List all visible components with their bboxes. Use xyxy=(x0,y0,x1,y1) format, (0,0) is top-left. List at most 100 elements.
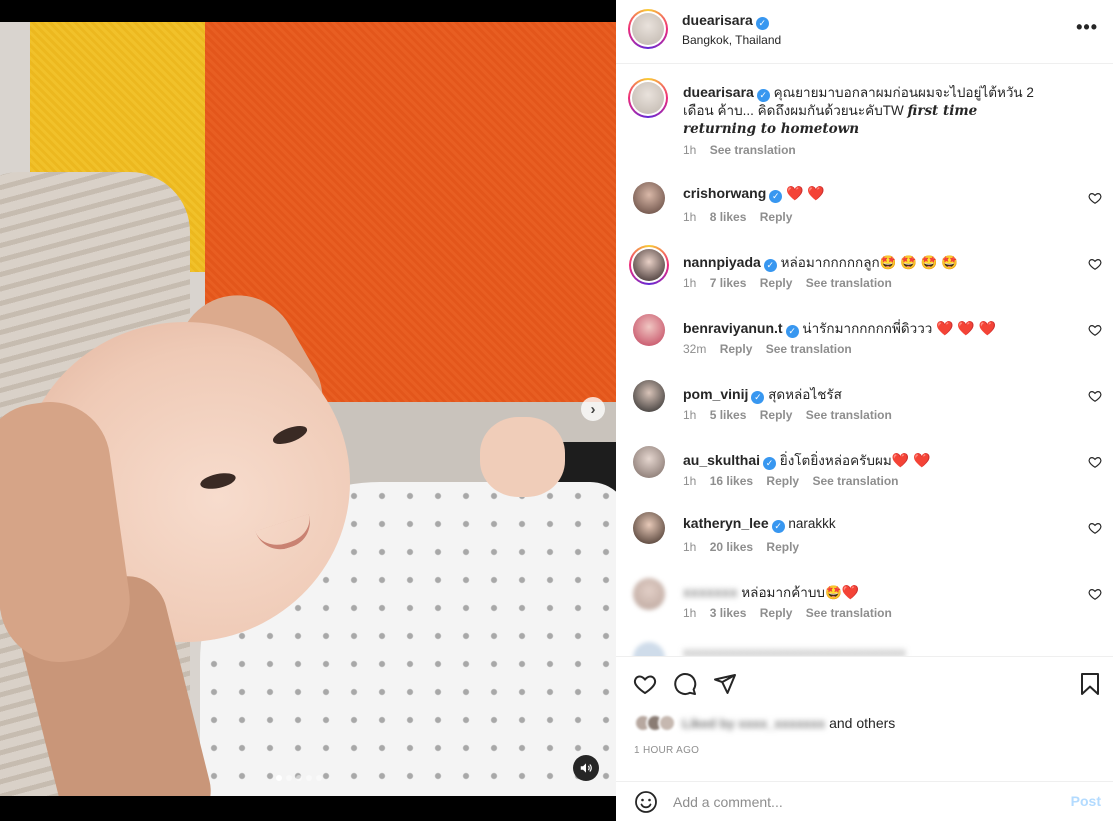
comment-text: สุดหล่อไชรัส xyxy=(768,387,842,402)
comment-text: หล่อมากค้าบบ🤩 xyxy=(741,585,842,600)
post-media: › xyxy=(0,0,616,821)
comment-likes[interactable]: 5 likes xyxy=(710,408,747,422)
send-icon[interactable] xyxy=(713,672,737,696)
photo-baby-fist xyxy=(480,417,565,497)
commenter-avatar[interactable] xyxy=(633,578,665,610)
comment-like-heart-icon[interactable] xyxy=(1088,587,1102,601)
carousel-dot-active xyxy=(276,775,282,781)
see-translation-link[interactable]: See translation xyxy=(806,276,892,290)
comment-time[interactable]: 1h xyxy=(683,210,696,224)
caption-time[interactable]: 1h xyxy=(683,143,696,157)
comment-likes[interactable]: 3 likes xyxy=(710,606,747,620)
comment-time[interactable]: 32m xyxy=(683,342,706,356)
comment-like-heart-icon[interactable] xyxy=(1088,389,1102,403)
reply-button[interactable]: Reply xyxy=(760,606,793,620)
commenter-avatar[interactable] xyxy=(633,642,665,656)
comment-item: xxxxxxx หล่อมากค้าบบ🤩❤️ 1h 3 likes Reply… xyxy=(616,578,1113,644)
comment-hearts: ❤️ ❤️ xyxy=(891,452,931,468)
commenter-avatar[interactable] xyxy=(633,314,665,346)
comment-username[interactable]: benraviyanun.t xyxy=(683,320,783,336)
comment-username[interactable]: katheryn_lee xyxy=(683,515,769,531)
comment-like-heart-icon[interactable] xyxy=(1088,257,1102,271)
reply-button[interactable]: Reply xyxy=(760,276,793,290)
bookmark-icon[interactable] xyxy=(1078,672,1102,696)
heart-outline-icon[interactable] xyxy=(633,672,657,696)
caption-username[interactable]: duearisara xyxy=(683,84,754,100)
carousel-next-button[interactable]: › xyxy=(581,397,605,421)
comment-input[interactable] xyxy=(673,790,1043,814)
comment-meta: 1h 3 likes Reply See translation xyxy=(683,606,902,620)
comment-body: nannpiyada ✓ หล่อมากกกกกลูก🤩 🤩 🤩 🤩 xyxy=(683,251,958,273)
comment-username[interactable]: crishorwang xyxy=(683,185,766,201)
comment-like-heart-icon[interactable] xyxy=(1088,191,1102,205)
comment-username-blurred[interactable]: xxxxxxx xyxy=(683,584,738,600)
comments-list[interactable]: duearisara ✓ คุณยายมาบอกลาผมก่อนผมจะไปอยู… xyxy=(616,64,1113,656)
sound-toggle-button[interactable] xyxy=(573,755,599,781)
post-time-ago[interactable]: 1 HOUR AGO xyxy=(634,745,699,756)
see-translation-link[interactable]: See translation xyxy=(766,342,852,356)
liked-by-row[interactable]: Liked by xxxx_xxxxxxx and others xyxy=(634,714,895,732)
see-translation-link[interactable]: See translation xyxy=(710,143,796,157)
comment-username[interactable]: pom_vinij xyxy=(683,386,748,402)
reply-button[interactable]: Reply xyxy=(720,342,753,356)
comment-time[interactable]: 1h xyxy=(683,474,696,488)
caption-meta: 1h See translation xyxy=(683,143,806,157)
post-location[interactable]: Bangkok, Thailand xyxy=(682,33,781,47)
author-username[interactable]: duearisara xyxy=(682,12,753,28)
profile-photo xyxy=(633,249,665,281)
profile-photo xyxy=(632,82,664,114)
comment-text: ยิ่งโตยิ่งหล่อครับผม xyxy=(779,453,892,468)
comment-like-heart-icon[interactable] xyxy=(1088,521,1102,535)
comment-like-heart-icon[interactable] xyxy=(1088,455,1102,469)
comment-body: pom_vinij ✓ สุดหล่อไชรัส xyxy=(683,383,842,405)
carousel-dot xyxy=(306,775,312,781)
comment-time[interactable]: 1h xyxy=(683,606,696,620)
comment-text: narakkk xyxy=(788,516,836,531)
commenter-avatar[interactable] xyxy=(629,245,669,285)
likes-and-others[interactable]: and others xyxy=(829,715,895,731)
see-translation-link[interactable]: See translation xyxy=(812,474,898,488)
caption-text: duearisara ✓ คุณยายมาบอกลาผมก่อนผมจะไปอยู… xyxy=(683,83,1043,138)
comment-username[interactable]: nannpiyada xyxy=(683,254,761,270)
liked-by-blurred-names: Liked by xxxx_xxxxxxx xyxy=(682,715,826,731)
post-comment-button[interactable]: Post xyxy=(1071,793,1101,809)
comment-item-partial: xxxxxxxxxxxxxxxxxxxxxxxxxxxxxxxxx xyxy=(616,642,1113,656)
author-avatar[interactable] xyxy=(628,9,668,49)
comment-item: crishorwang ✓ ❤️ ❤️ 1h 8 likes Reply xyxy=(616,182,1113,248)
caption-author-avatar[interactable] xyxy=(628,78,668,118)
comment-likes[interactable]: 16 likes xyxy=(710,474,753,488)
see-translation-link[interactable]: See translation xyxy=(806,606,892,620)
more-options-icon[interactable]: ••• xyxy=(1076,17,1098,38)
verified-badge-icon: ✓ xyxy=(763,259,777,272)
post-header: duearisara ✓ Bangkok, Thailand ••• xyxy=(616,0,1113,64)
comment-body: katheryn_lee ✓ narakkk xyxy=(683,515,836,533)
commenter-avatar[interactable] xyxy=(633,512,665,544)
see-translation-link[interactable]: See translation xyxy=(806,408,892,422)
comment-meta: 1h 8 likes Reply xyxy=(683,210,802,224)
comment-time[interactable]: 1h xyxy=(683,276,696,290)
comment-likes[interactable]: 7 likes xyxy=(710,276,747,290)
verified-badge-icon: ✓ xyxy=(769,190,783,203)
comment-time[interactable]: 1h xyxy=(683,408,696,422)
reply-button[interactable]: Reply xyxy=(766,540,799,554)
reply-button[interactable]: Reply xyxy=(766,474,799,488)
smiley-icon[interactable] xyxy=(634,790,658,814)
comment-username[interactable]: au_skulthai xyxy=(683,452,760,468)
speaker-icon xyxy=(580,763,592,773)
comment-bubble-icon[interactable] xyxy=(673,672,697,696)
comment-likes[interactable]: 8 likes xyxy=(710,210,747,224)
comment-time[interactable]: 1h xyxy=(683,540,696,554)
comment-item: au_skulthai ✓ ยิ่งโตยิ่งหล่อครับผม❤️ ❤️ 1… xyxy=(616,446,1113,512)
comment-body: au_skulthai ✓ ยิ่งโตยิ่งหล่อครับผม❤️ ❤️ xyxy=(683,449,931,471)
carousel-dots xyxy=(276,775,322,781)
commenter-avatar[interactable] xyxy=(633,182,665,214)
comment-likes[interactable]: 20 likes xyxy=(710,540,753,554)
profile-photo xyxy=(632,13,664,45)
comment-like-heart-icon[interactable] xyxy=(1088,323,1102,337)
post-actions: Liked by xxxx_xxxxxxx and others 1 HOUR … xyxy=(616,656,1113,781)
commenter-avatar[interactable] xyxy=(633,446,665,478)
reply-button[interactable]: Reply xyxy=(760,210,793,224)
commenter-avatar[interactable] xyxy=(633,380,665,412)
post-photo[interactable] xyxy=(0,22,616,796)
reply-button[interactable]: Reply xyxy=(760,408,793,422)
